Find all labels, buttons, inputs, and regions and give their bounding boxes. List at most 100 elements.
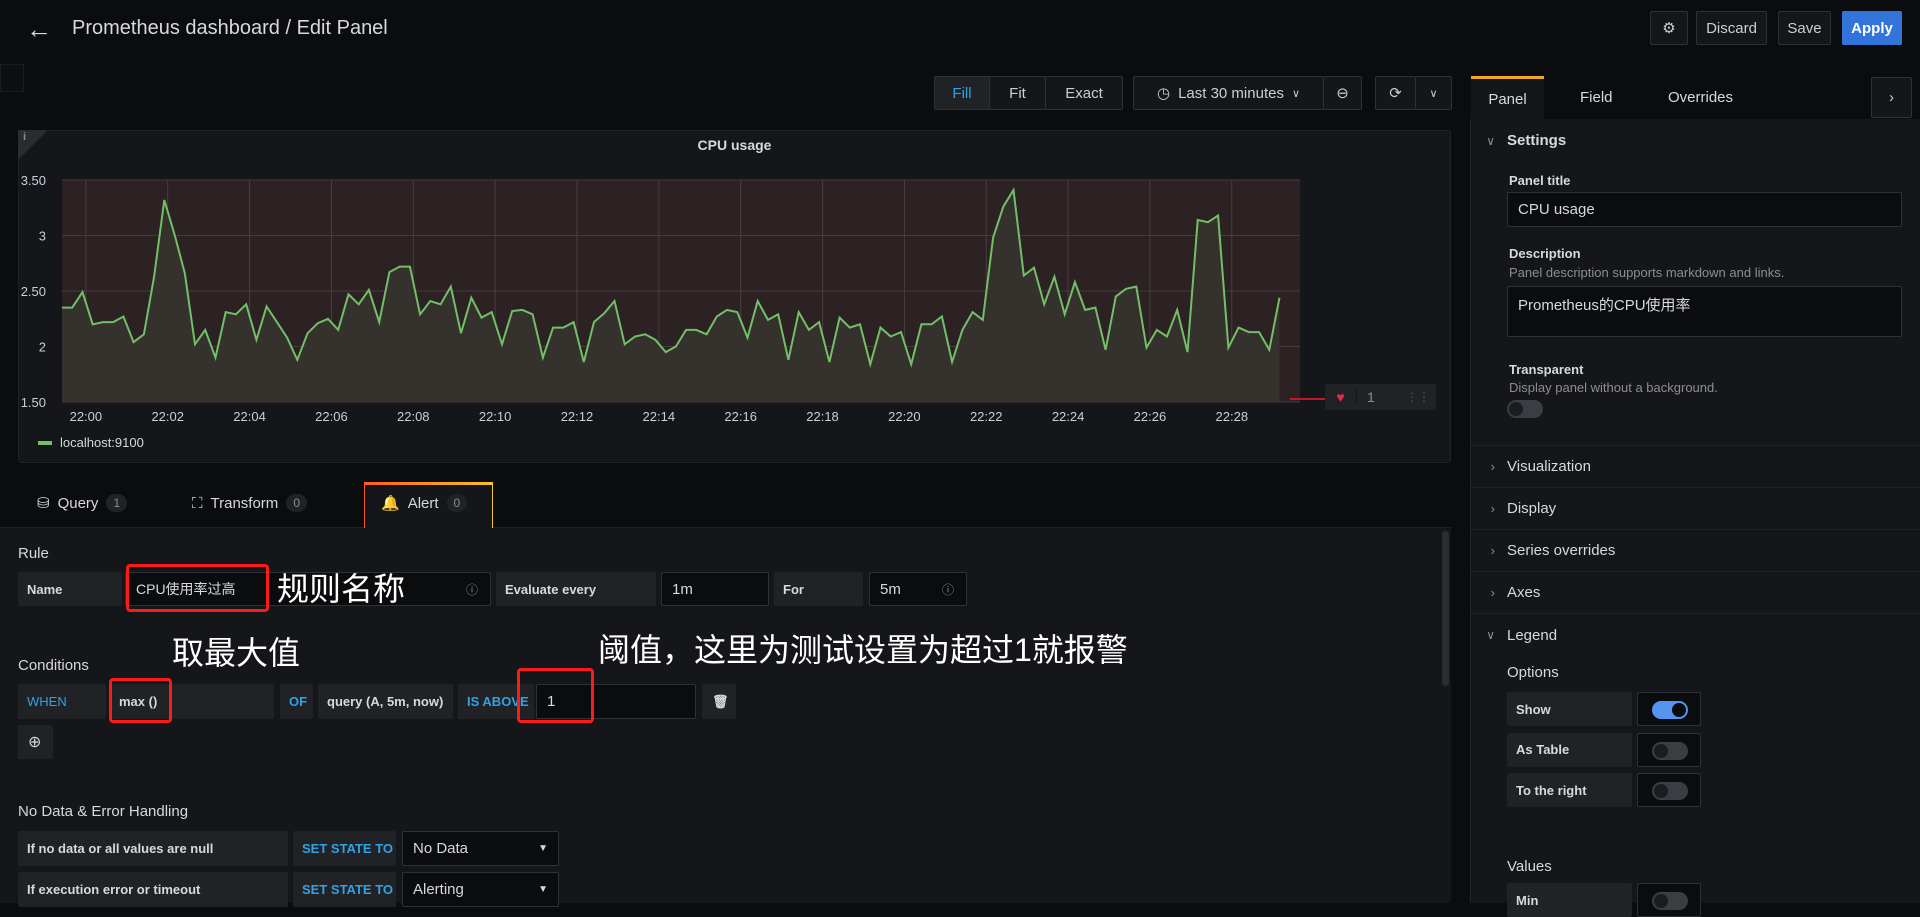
tab-label: Transform xyxy=(211,495,279,512)
info-circle-icon: ⓘ xyxy=(466,581,478,598)
threshold-line-marker xyxy=(1290,398,1325,400)
evaluate-every-label: Evaluate every xyxy=(496,572,656,606)
evaluate-every-input[interactable]: 1m xyxy=(661,572,769,606)
transparent-toggle[interactable] xyxy=(1507,400,1543,418)
panel-title-input[interactable]: CPU usage xyxy=(1507,192,1902,227)
sidebar-tab-panel[interactable]: Panel xyxy=(1471,76,1544,120)
legend-option-toggle-box[interactable] xyxy=(1637,733,1701,767)
transform-icon: ⛶ xyxy=(192,495,203,512)
threshold-handle-value: 1 xyxy=(1357,389,1406,405)
section-legend[interactable]: ∨Legend xyxy=(1470,614,1920,656)
transparent-hint: Display panel without a background. xyxy=(1509,380,1718,395)
section-visualization[interactable]: ›Visualization xyxy=(1470,446,1920,488)
annotation-box-reducer xyxy=(109,678,172,723)
description-textarea[interactable]: Prometheus的CPU使用率 xyxy=(1507,286,1902,337)
x-tick-label: 22:28 xyxy=(1216,409,1249,424)
x-tick-label: 22:10 xyxy=(479,409,512,424)
chevron-right-icon: › xyxy=(1470,585,1507,600)
description-label: Description xyxy=(1509,246,1581,261)
legend-option-label: To the right xyxy=(1507,773,1632,807)
min-label: Min xyxy=(1507,883,1632,917)
x-tick-label: 22:14 xyxy=(643,409,676,424)
conditions-heading: Conditions xyxy=(18,657,89,674)
tab-alert-content[interactable]: 🔔Alert0 xyxy=(381,494,467,512)
sidebar-tab-field[interactable]: Field xyxy=(1580,89,1613,106)
section-series-overrides[interactable]: ›Series overrides xyxy=(1470,530,1920,572)
legend-swatch xyxy=(38,441,52,445)
section-label: Axes xyxy=(1507,584,1540,601)
settings-section-header[interactable]: ∨ Settings xyxy=(1470,132,1566,149)
y-tick-label: 2 xyxy=(39,340,46,355)
x-tick-label: 22:04 xyxy=(233,409,266,424)
chevron-right-icon: › xyxy=(1470,501,1507,516)
x-tick-label: 22:02 xyxy=(151,409,184,424)
x-tick-label: 22:12 xyxy=(561,409,594,424)
x-tick-label: 22:16 xyxy=(724,409,757,424)
broken-heart-icon: ♥ xyxy=(1325,389,1357,405)
alert-threshold-handle[interactable]: ♥ 1 ⋮⋮ xyxy=(1325,384,1436,410)
x-tick-label: 22:18 xyxy=(806,409,839,424)
legend-option-toggle[interactable] xyxy=(1652,742,1688,760)
tab-transform[interactable]: ⛶Transform0 xyxy=(192,494,307,512)
legend-option-toggle-box[interactable] xyxy=(1637,773,1701,807)
panel-title-label: Panel title xyxy=(1509,173,1570,188)
error-state-select[interactable]: Alerting ▼ xyxy=(402,872,559,907)
description-hint: Panel description supports markdown and … xyxy=(1509,265,1784,280)
transparent-label: Transparent xyxy=(1509,362,1583,377)
rule-heading: Rule xyxy=(18,545,49,562)
x-tick-label: 22:22 xyxy=(970,409,1003,424)
chevron-right-icon: › xyxy=(1470,459,1507,474)
drag-handle-icon: ⋮⋮ xyxy=(1406,390,1436,404)
plus-circle-icon: ⊕ xyxy=(28,732,41,752)
for-input[interactable]: 5m ⓘ xyxy=(869,572,967,606)
legend-option-toggle-box[interactable] xyxy=(1637,692,1701,726)
error-state-value: Alerting xyxy=(413,881,464,898)
section-label: Series overrides xyxy=(1507,542,1615,559)
trash-icon: 🗑 xyxy=(712,694,729,710)
legend-option-label: Show xyxy=(1507,692,1632,726)
editor-scrollbar[interactable] xyxy=(1442,531,1449,686)
tab-query[interactable]: ⛁Query1 xyxy=(37,494,127,512)
collapse-sidebar-button[interactable]: › xyxy=(1871,77,1912,118)
tab-label: Alert xyxy=(408,495,439,512)
x-tick-label: 22:00 xyxy=(70,409,103,424)
x-tick-label: 22:20 xyxy=(888,409,921,424)
y-tick-label: 1.50 xyxy=(21,395,46,410)
tab-count: 0 xyxy=(447,494,468,512)
x-tick-label: 22:08 xyxy=(397,409,430,424)
min-toggle-box[interactable] xyxy=(1637,883,1701,917)
annotation-reducer: 取最大值 xyxy=(172,637,300,669)
legend-option-toggle[interactable] xyxy=(1652,701,1688,719)
section-display[interactable]: ›Display xyxy=(1470,488,1920,530)
nodata-heading: No Data & Error Handling xyxy=(18,803,188,820)
add-condition-button[interactable]: ⊕ xyxy=(18,725,53,759)
for-label: For xyxy=(774,572,863,606)
tab-label: Panel xyxy=(1488,91,1526,108)
sidebar-tab-overrides[interactable]: Overrides xyxy=(1668,89,1733,106)
chevron-down-icon: ∨ xyxy=(1470,628,1507,642)
section-axes[interactable]: ›Axes xyxy=(1470,572,1920,614)
nodata-state-select[interactable]: No Data ▼ xyxy=(402,831,559,866)
delete-condition-button[interactable]: 🗑 xyxy=(702,684,736,719)
y-tick-label: 2.50 xyxy=(21,284,46,299)
options-heading: Options xyxy=(1507,664,1559,681)
legend-option-toggle[interactable] xyxy=(1652,782,1688,800)
for-value: 5m xyxy=(880,581,901,598)
section-label: Display xyxy=(1507,500,1556,517)
error-label: If execution error or timeout xyxy=(18,872,288,907)
x-tick-label: 22:06 xyxy=(315,409,348,424)
caret-down-icon: ▼ xyxy=(538,884,548,895)
annotation-threshold: 阈值，这里为测试设置为超过1就报警 xyxy=(598,634,1128,666)
values-heading: Values xyxy=(1507,858,1552,875)
legend-item[interactable]: localhost:9100 xyxy=(38,435,144,450)
of-keyword: OF xyxy=(280,684,313,719)
database-icon: ⛁ xyxy=(37,494,50,512)
query-select[interactable]: query (A, 5m, now) xyxy=(318,684,453,719)
x-tick-label: 22:26 xyxy=(1134,409,1167,424)
name-label: Name xyxy=(18,572,122,606)
min-toggle[interactable] xyxy=(1652,892,1688,910)
chevron-right-icon: › xyxy=(1470,543,1507,558)
section-label: Legend xyxy=(1507,627,1557,644)
when-keyword: WHEN xyxy=(18,684,106,719)
section-label: Visualization xyxy=(1507,458,1591,475)
